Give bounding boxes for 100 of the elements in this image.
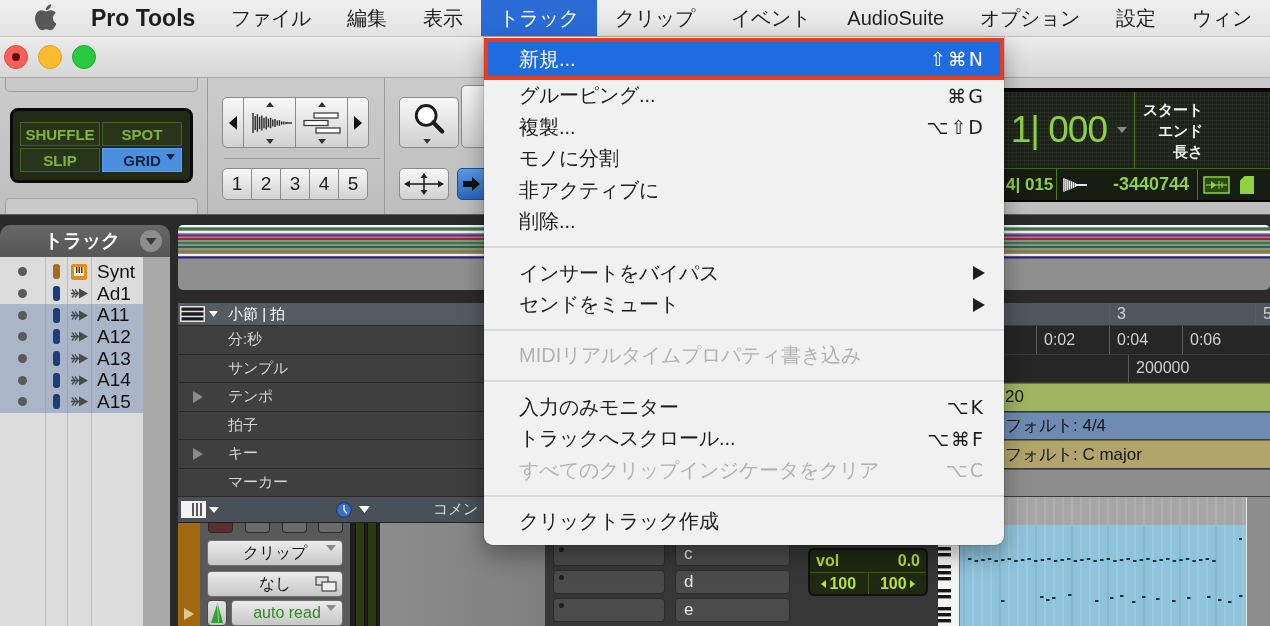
zoom-preset-button[interactable]: 4 (309, 168, 339, 200)
edit-mode-button[interactable]: SHUFFLE (20, 122, 100, 146)
edit-mode-button[interactable]: SPOT (102, 122, 182, 146)
arrow-icon (70, 396, 88, 408)
ruler-name: キー (228, 444, 258, 464)
track-name: A11 (96, 305, 131, 326)
menu-title[interactable]: 編集 (329, 0, 406, 36)
menu-item[interactable]: 非アクティブに (484, 174, 1004, 206)
ruler-header[interactable]: 小節 | 拍 (178, 303, 485, 326)
expand-triangle-icon[interactable] (193, 390, 203, 403)
ruler-header[interactable]: 拍子 (178, 411, 485, 440)
send-slot[interactable]: d (675, 570, 790, 594)
expand-triangle-icon[interactable] (184, 608, 194, 620)
move-tool-button[interactable] (399, 168, 449, 200)
zoom-preset-button[interactable]: 1 (222, 168, 252, 200)
shortcut-text: ⌥⌘F (927, 427, 985, 450)
shortcut-text: ⌥K (946, 396, 985, 419)
shortcut-text: ⌥C (945, 459, 985, 482)
menu-item[interactable]: センドをミュート (484, 288, 1004, 321)
magnifier-tool-button[interactable] (399, 97, 459, 148)
ruler-header[interactable]: マーカー (178, 468, 485, 497)
zoom-preset-button[interactable]: 2 (251, 168, 281, 200)
time-label: 0:04 (1117, 330, 1149, 349)
menu-title[interactable]: トラック (481, 0, 598, 36)
arrow-icon (70, 331, 88, 343)
menu-item[interactable]: モノに分割 (484, 143, 1004, 175)
track-row[interactable]: Synt (0, 261, 143, 283)
zoom-preset-button[interactable]: 3 (280, 168, 310, 200)
menu-item[interactable]: トラックへスクロール... ⌥⌘F (484, 422, 1004, 455)
small-button[interactable] (318, 523, 343, 533)
time-label: 0:02 (1044, 330, 1076, 349)
pan-left-icon (821, 579, 827, 588)
midi-zoom-button[interactable] (295, 97, 348, 148)
caret-icon (326, 605, 336, 611)
menu-item[interactable]: グルーピング... ⌘G (484, 80, 1004, 112)
ruler-header[interactable]: キー (178, 440, 485, 469)
caret-icon[interactable] (209, 311, 218, 317)
track-row[interactable]: A13 (0, 347, 143, 370)
volume-label: vol (816, 552, 840, 570)
expand-triangle-icon[interactable] (193, 447, 203, 460)
lane-text: フォルト: 4/4 (1005, 415, 1107, 438)
volume-display[interactable]: vol 0.0 100 100 (808, 548, 928, 596)
dot-icon (559, 575, 564, 580)
close-button[interactable] (4, 45, 28, 69)
caret-icon[interactable] (1117, 127, 1127, 133)
app-menu[interactable]: Pro Tools (73, 0, 214, 36)
menu-item[interactable]: インサートをバイパス (484, 257, 1004, 289)
menu-title[interactable]: 表示 (405, 0, 482, 36)
ruler-header[interactable]: テンポ (178, 383, 485, 412)
edit-mode-button[interactable]: GRID (102, 148, 182, 172)
waveform-zoom-button[interactable] (243, 97, 296, 148)
zoom-in-button[interactable] (347, 97, 369, 148)
menu-item[interactable]: 削除... (484, 206, 1004, 238)
track-name: A15 (96, 391, 132, 412)
automation-button[interactable] (207, 600, 227, 626)
caret-icon[interactable] (359, 506, 370, 513)
ruler-header[interactable]: サンプル (178, 354, 485, 383)
time-label: 0:06 (1190, 330, 1222, 349)
track-row[interactable]: A12 (0, 326, 143, 348)
shortcut-text: ⌥⇧D (926, 116, 985, 139)
menu-item[interactable]: 入力のみモニター ⌥K (484, 391, 1004, 423)
page-icon[interactable] (1240, 175, 1254, 194)
clip-waveform-icon[interactable] (1203, 175, 1230, 194)
track-name: Ad1 (96, 283, 132, 304)
menu-title[interactable]: ファイル (213, 0, 330, 36)
menu-item[interactable]: クリックトラック作成 (484, 505, 1004, 538)
track-row[interactable]: A15 (0, 391, 143, 413)
menu-title[interactable]: ウィン (1174, 0, 1270, 36)
small-button[interactable] (282, 523, 307, 533)
zoom-out-button[interactable] (222, 97, 244, 148)
view-dropdown[interactable]: クリップ (207, 540, 343, 566)
ruler-view-icon[interactable] (180, 306, 205, 322)
zoom-preset-button[interactable]: 5 (338, 168, 368, 200)
menu-item[interactable]: 複製... ⌥⇧D (484, 111, 1004, 143)
track-view-icon[interactable] (181, 501, 206, 518)
track-name: A12 (96, 326, 132, 347)
keyboard-icon (71, 263, 87, 280)
sub-counter: 4| 015 (1006, 174, 1054, 195)
apple-icon[interactable] (33, 4, 56, 32)
track-row[interactable]: Ad1 (0, 282, 143, 305)
dropdown-circle-icon[interactable] (140, 230, 162, 252)
menu-title[interactable]: 設定 (1098, 0, 1175, 36)
dot-icon (18, 267, 27, 277)
menu-title[interactable]: オプション (962, 0, 1099, 36)
menu-title[interactable]: AudioSuite (829, 0, 963, 36)
playlist-button[interactable]: なし (207, 571, 343, 597)
small-button[interactable] (245, 523, 270, 533)
caret-icon[interactable] (209, 506, 219, 513)
main-counter: 1| 000 (1010, 109, 1107, 151)
track-row[interactable]: A14 (0, 369, 143, 392)
ruler-header[interactable]: 分:秒 (178, 326, 485, 355)
menu-title[interactable]: クリップ (597, 0, 714, 36)
sample-counter: -3440744 (1112, 174, 1189, 195)
clock-icon[interactable] (336, 501, 352, 518)
menu-item[interactable]: 新規... ⇧⌘N (484, 38, 1004, 80)
track-row[interactable]: A11 (0, 304, 143, 327)
edit-mode-button[interactable]: SLIP (20, 148, 100, 172)
send-slot[interactable]: e (675, 598, 790, 622)
waveform-icon (1062, 176, 1087, 193)
menu-title[interactable]: イベント (713, 0, 830, 36)
